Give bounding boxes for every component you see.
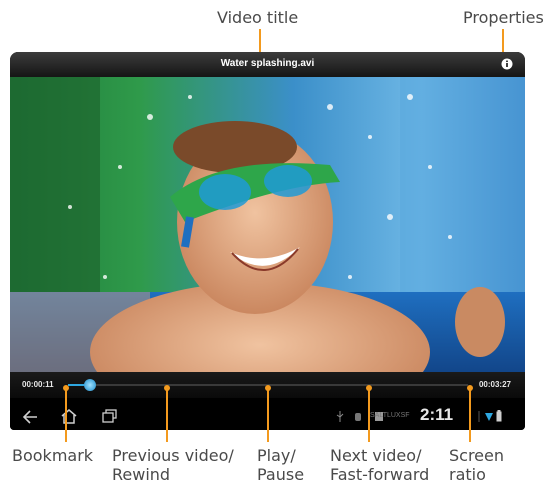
battery-icon bbox=[496, 410, 502, 422]
video-player-screen: Water splashing.avi 00:00:11 00:03:27 SA… bbox=[10, 52, 525, 430]
title-bar: Water splashing.avi bbox=[10, 52, 525, 77]
callout-previous-line1: Previous video/ bbox=[112, 446, 234, 465]
leader-play bbox=[267, 390, 269, 442]
wifi-icon bbox=[485, 413, 493, 421]
callout-play-line1: Play/ bbox=[257, 446, 296, 465]
debug-icon bbox=[355, 413, 361, 421]
callout-bookmark: Bookmark bbox=[12, 446, 94, 465]
total-duration: 00:03:27 bbox=[478, 380, 511, 389]
callout-next-line1: Next video/ bbox=[330, 446, 422, 465]
status-clock: 2:11 bbox=[420, 405, 454, 424]
video-frame[interactable] bbox=[10, 77, 525, 372]
callout-next-line2: Fast-forward bbox=[330, 465, 430, 484]
usb-icon bbox=[336, 411, 344, 422]
video-title: Water splashing.avi bbox=[220, 58, 315, 69]
callout-video-title: Video title bbox=[217, 8, 299, 27]
callout-properties: Properties bbox=[463, 8, 544, 27]
signal-icon bbox=[478, 411, 480, 422]
info-icon[interactable] bbox=[501, 58, 513, 70]
home-icon[interactable] bbox=[60, 408, 78, 424]
callout-previous-line2: Rewind bbox=[112, 465, 171, 484]
elapsed-time: 00:00:11 bbox=[22, 380, 54, 389]
leader-screen bbox=[469, 390, 471, 442]
carrier-name: SALTLUXSF bbox=[370, 412, 410, 419]
callout-play-line2: Pause bbox=[257, 465, 305, 484]
recent-apps-icon[interactable] bbox=[102, 409, 118, 423]
back-icon[interactable] bbox=[22, 410, 38, 424]
leader-previous bbox=[166, 390, 168, 442]
seek-thumb[interactable] bbox=[84, 379, 96, 391]
leader-bookmark bbox=[65, 390, 67, 442]
callout-screen-line1: Screen bbox=[449, 446, 505, 465]
leader-next bbox=[368, 390, 370, 442]
callout-screen-line2: ratio bbox=[449, 465, 486, 484]
